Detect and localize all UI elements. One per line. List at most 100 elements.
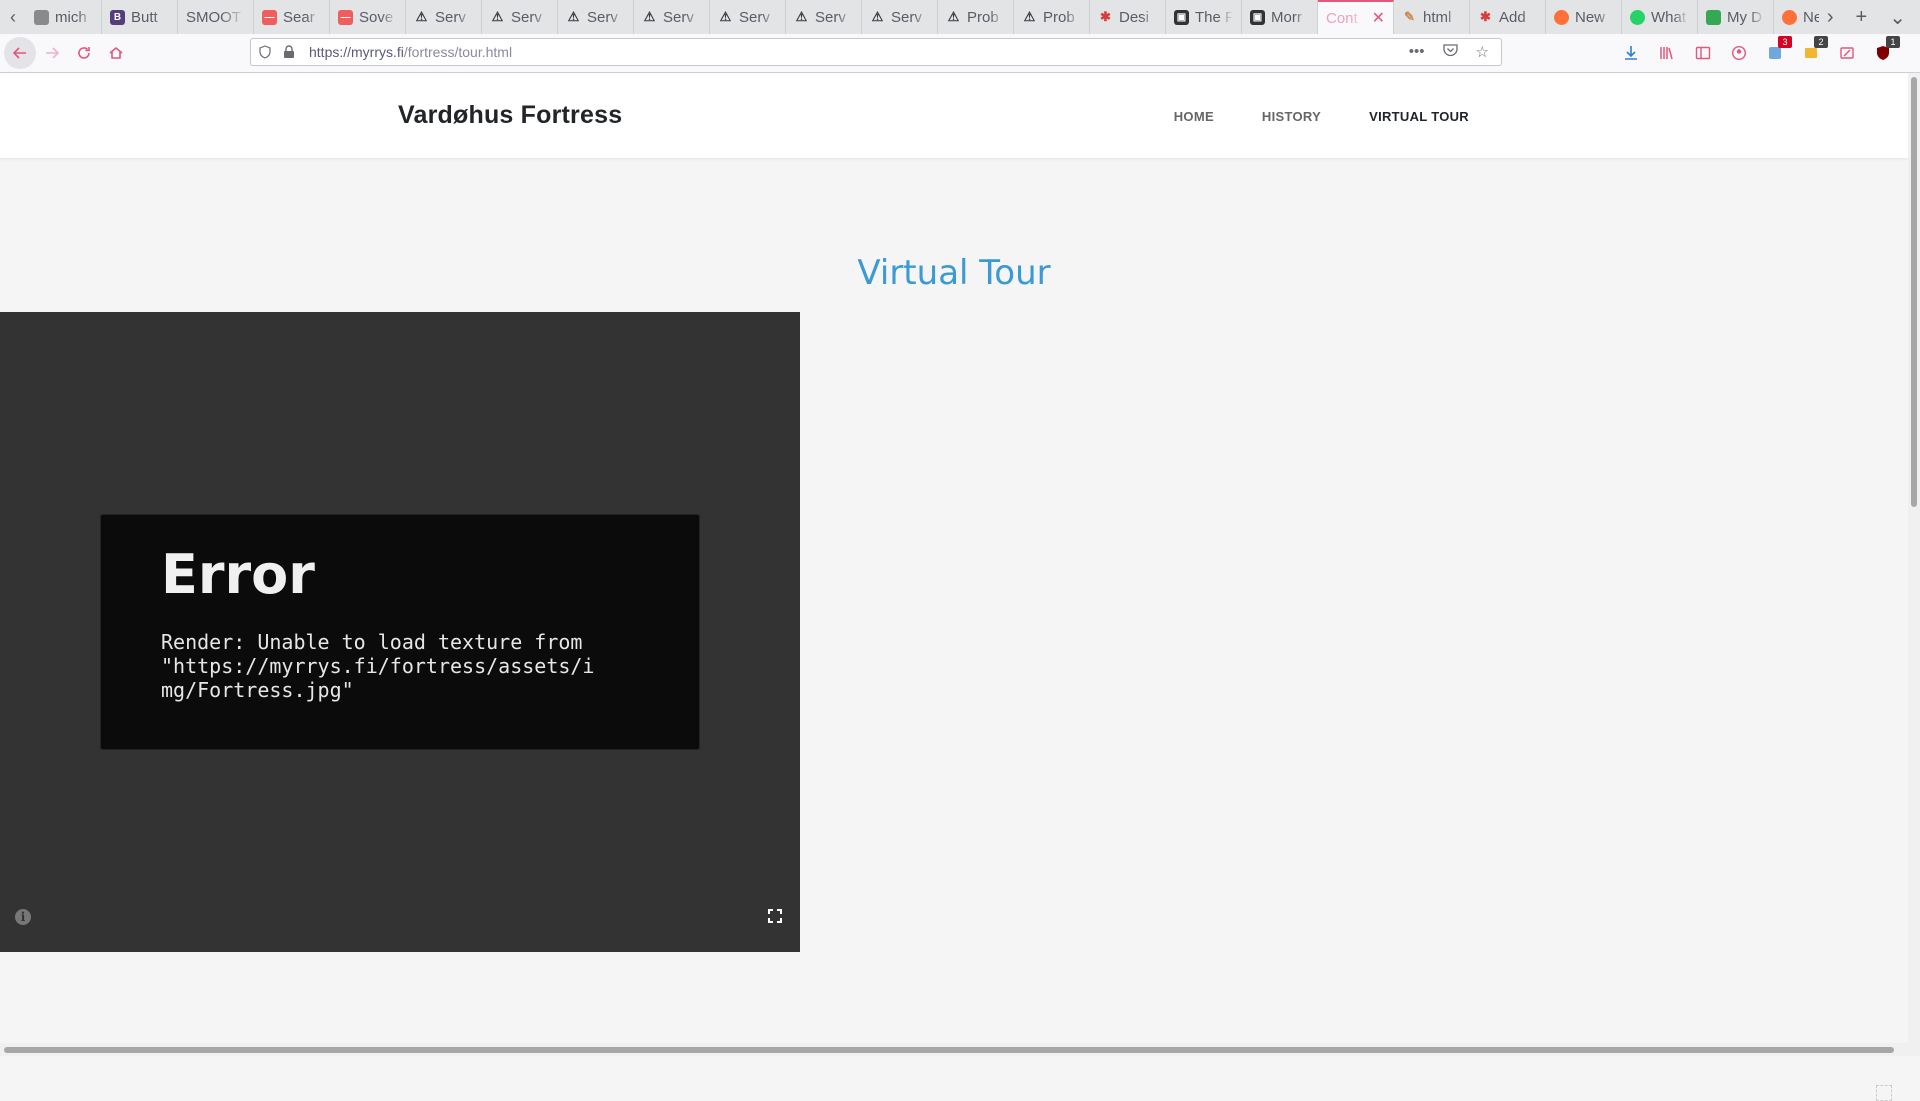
- browser-tab-title: The F: [1195, 8, 1233, 26]
- pen-favicon-icon: ✎: [1404, 9, 1415, 24]
- browser-tab[interactable]: ⚠ Prob: [938, 0, 1014, 34]
- error-message: Render: Unable to load texture from "htt…: [161, 630, 595, 702]
- account-icon[interactable]: [1728, 42, 1750, 64]
- url-text[interactable]: https://myrrys.fi/fortress/tour.html: [309, 44, 1409, 60]
- close-tab-icon[interactable]: ✕: [1372, 8, 1385, 28]
- browser-tab[interactable]: ▣ The F: [1166, 0, 1242, 34]
- browser-tab[interactable]: ⚠ Serv: [786, 0, 862, 34]
- bootstrap-favicon-icon: B: [110, 9, 125, 25]
- tab-strip: ‹ mich B Butt SMOOT — Sear — Sove ⚠ Serv ⚠ Serv ⚠ Ser…: [0, 0, 1920, 34]
- new-tab-icon[interactable]: +: [1856, 6, 1868, 29]
- browser-tab-title: Serv: [739, 8, 770, 26]
- library-icon[interactable]: [1656, 42, 1678, 64]
- vertical-scrollbar[interactable]: [1908, 73, 1920, 1043]
- red-bug-favicon-icon: ✱: [1100, 9, 1111, 24]
- browser-tab[interactable]: ⚠ Serv: [558, 0, 634, 34]
- browser-tab-title: Serv: [511, 8, 542, 26]
- ublock-badge: 1: [1886, 36, 1900, 48]
- firefox-favicon-icon: [1782, 9, 1797, 25]
- extension-1-icon[interactable]: 3: [1764, 36, 1792, 64]
- browser-tab[interactable]: What: [1622, 0, 1698, 34]
- browser-tab[interactable]: ▣ Morr: [1242, 0, 1318, 34]
- browser-tab-title: mich: [55, 8, 87, 26]
- browser-tab[interactable]: New: [1546, 0, 1622, 34]
- tracking-protection-shield-icon[interactable]: [259, 45, 273, 59]
- browser-tab-title: Add: [1499, 8, 1526, 26]
- warning-favicon-icon: ⚠: [567, 9, 580, 24]
- downloads-icon[interactable]: [1620, 42, 1642, 64]
- browser-tab[interactable]: — Sove: [330, 0, 406, 34]
- nav-home-link[interactable]: HOME: [1174, 109, 1214, 124]
- back-button[interactable]: [4, 37, 36, 69]
- browser-tab-title: My D: [1727, 8, 1762, 26]
- browser-tab[interactable]: ⚠ Serv: [710, 0, 786, 34]
- browser-tab-title: What: [1651, 8, 1687, 26]
- bookmark-star-icon[interactable]: ☆: [1476, 43, 1489, 61]
- warning-favicon-icon: ⚠: [491, 9, 504, 24]
- browser-tab-title: Cont: [1326, 9, 1358, 27]
- browser-tab[interactable]: ⚠ Serv: [406, 0, 482, 34]
- warning-favicon-icon: ⚠: [643, 9, 656, 24]
- pocket-icon[interactable]: [1442, 43, 1458, 61]
- browser-tab[interactable]: ✎ html: [1394, 0, 1470, 34]
- browser-tab[interactable]: ✱ Add: [1470, 0, 1546, 34]
- browser-tab-title: Butt: [131, 8, 158, 26]
- lock-icon[interactable]: [283, 45, 295, 59]
- reload-icon: [78, 47, 90, 59]
- browser-tab-title: html: [1423, 8, 1452, 26]
- browser-tab[interactable]: ⚠ Prob: [1014, 0, 1090, 34]
- browser-tab-title: Serv: [891, 8, 922, 26]
- site-brand[interactable]: Vardøhus Fortress: [398, 101, 622, 130]
- red-site-favicon-icon: —: [338, 9, 353, 25]
- page-actions-icon[interactable]: •••: [1409, 43, 1425, 61]
- firefox-favicon-icon: [1554, 9, 1569, 25]
- extension-2-icon[interactable]: 2: [1800, 36, 1828, 64]
- warning-favicon-icon: ⚠: [1023, 9, 1036, 24]
- browser-tab[interactable]: New: [1774, 0, 1819, 34]
- browser-tab-title: Prob: [1043, 8, 1075, 26]
- extension-2-badge: 2: [1814, 36, 1828, 48]
- browser-tab[interactable]: Cont ✕: [1318, 0, 1394, 34]
- browser-tab[interactable]: ⚠ Serv: [862, 0, 938, 34]
- screenshot-icon[interactable]: [1836, 42, 1858, 64]
- browser-tab-title: New: [1803, 8, 1819, 26]
- browser-tab[interactable]: — Sear: [254, 0, 330, 34]
- browser-tab-title: Sear: [283, 8, 315, 26]
- browser-tab-title: SMOOT: [186, 8, 241, 26]
- browser-tab[interactable]: B Butt: [102, 0, 178, 34]
- horizontal-scrollbar-thumb[interactable]: [4, 1047, 1894, 1053]
- home-button[interactable]: [100, 37, 132, 69]
- browser-tab-title: New: [1575, 8, 1606, 26]
- browser-tab-title: Prob: [967, 8, 999, 26]
- browser-tab-title: Serv: [663, 8, 694, 26]
- browser-tab[interactable]: ⚠ Serv: [482, 0, 558, 34]
- tabs-scroll-right-icon[interactable]: ›: [1827, 6, 1834, 29]
- address-bar[interactable]: https://myrrys.fi/fortress/tour.html •••…: [250, 38, 1502, 66]
- browser-tab[interactable]: mich: [26, 0, 102, 34]
- panorama-viewer[interactable]: Error Render: Unable to load texture fro…: [0, 312, 800, 952]
- vertical-scrollbar-thumb[interactable]: [1911, 77, 1917, 507]
- tab-list: mich B Butt SMOOT — Sear — Sove ⚠ Serv ⚠ Serv ⚠ Serv ⚠…: [26, 0, 1819, 34]
- forward-button[interactable]: [36, 37, 68, 69]
- tab-list-dropdown-icon[interactable]: ⌄: [1889, 5, 1906, 30]
- fullscreen-icon[interactable]: [767, 908, 783, 924]
- browser-tab[interactable]: My D: [1698, 0, 1774, 34]
- nav-history-link[interactable]: HISTORY: [1262, 109, 1321, 124]
- ublock-icon[interactable]: 1: [1872, 36, 1900, 64]
- browser-tab-title: Serv: [587, 8, 618, 26]
- browser-tab[interactable]: ✱ Desi: [1090, 0, 1166, 34]
- browser-tab[interactable]: SMOOT: [178, 0, 254, 34]
- reload-button[interactable]: [68, 37, 100, 69]
- nav-virtual-tour-link[interactable]: VIRTUAL TOUR: [1369, 109, 1469, 124]
- home-icon: [109, 46, 123, 59]
- browser-tab-title: Morr: [1271, 8, 1302, 26]
- tabs-scroll-left-icon[interactable]: ‹: [0, 0, 26, 34]
- sidebar-icon[interactable]: [1692, 42, 1714, 64]
- browser-tab-title: Desi: [1119, 8, 1150, 26]
- drive-favicon-icon: [1706, 9, 1721, 25]
- info-icon[interactable]: i: [15, 909, 31, 925]
- extension-1-badge: 3: [1778, 36, 1792, 48]
- browser-tab[interactable]: ⚠ Serv: [634, 0, 710, 34]
- horizontal-scrollbar[interactable]: [0, 1043, 1920, 1056]
- warning-favicon-icon: ⚠: [795, 9, 808, 24]
